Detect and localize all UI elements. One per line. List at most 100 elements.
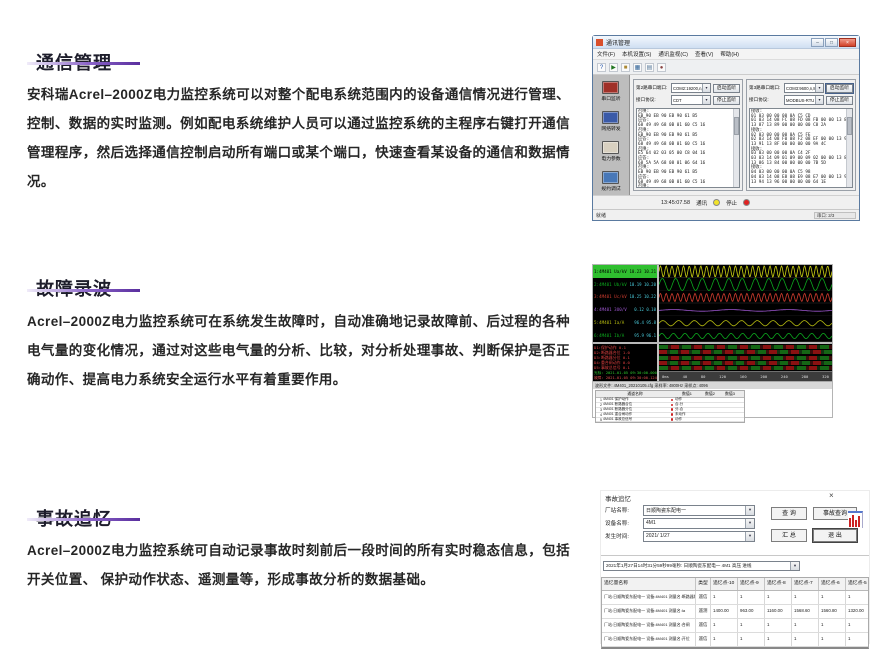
dialog-title: 事故追忆 <box>605 496 631 503</box>
wave-info-strip: 波形文件: 4M401_20210105.cfg 采样率: 4800Hz 采样点… <box>593 381 832 389</box>
axis-tick: 240 <box>780 374 788 379</box>
toolbar-icon[interactable]: ● <box>657 62 666 72</box>
toolbar-icon[interactable]: ? <box>597 62 606 72</box>
summary-button[interactable]: 汇 总 <box>771 529 807 542</box>
hex-log-box[interactable]: 接收: 01 03 00 00 00 0A C5 CD 01 03 14 08 … <box>749 108 853 188</box>
sidebar-item[interactable]: 网络转发 <box>601 111 621 132</box>
menu-item[interactable]: 本机设置(S) <box>622 50 651 58</box>
time-axis: 0ms 40 80 120 160 200 240 280 320 <box>659 371 832 381</box>
hex-log: 召唤: EB 90 EB 90 EB 90 61 B5 应答: 68 49 49… <box>638 109 706 187</box>
comm-status-strip: 13:45:07.58 通讯 停止 <box>593 195 859 209</box>
hex-log-box[interactable]: 召唤: EB 90 EB 90 EB 90 61 B5 应答: 68 49 49… <box>636 108 740 188</box>
analog-channel-row[interactable]: 1:4M401 Ua/kV 10.23 10.21 <box>593 265 657 278</box>
protocol-select[interactable]: MODBUS-RTU ▾ <box>784 95 824 105</box>
menu-item[interactable]: 通讯监视(C) <box>658 50 688 58</box>
status-dot <box>670 413 674 416</box>
date-field-row: 发生时间: 2021/ 1/27 ▾ <box>605 530 755 542</box>
analog-channel-row[interactable]: 5:4M401 Ia/A 96.4 95.8 <box>593 316 657 329</box>
analog-channel-row[interactable]: 6:4M401 Ib/A 95.9 96.1 <box>593 329 657 342</box>
close-icon[interactable]: × <box>829 492 834 500</box>
digital-wave-trace <box>659 345 832 349</box>
maximize-button[interactable]: □ <box>825 37 838 47</box>
sidebar-item[interactable]: 规约调试 <box>601 171 621 192</box>
exit-button[interactable]: 退 出 <box>813 529 857 542</box>
scrollbar-thumb[interactable] <box>847 117 852 135</box>
stop-listen-button[interactable]: 停止监听 <box>826 95 853 105</box>
status-port-box: 串口: 2/3 <box>814 211 856 219</box>
chevron-down-icon: ▾ <box>790 562 799 570</box>
recall-table-header: 追忆量名称 类型 追忆点-10 追忆点-9 追忆点-8 追忆点-7 追忆点-6 … <box>602 578 868 591</box>
chevron-down-icon: ▾ <box>745 505 754 515</box>
recall-table-row[interactable]: 厂站:日顺陶瓷东配电一 设备:4M401 测量名:断路器状态 遥信 1 1 1 … <box>602 591 868 605</box>
recall-table-row[interactable]: 厂站:日顺陶瓷东配电一 设备:4M401 测量名:Ia 遥测 1400.00 9… <box>602 605 868 619</box>
status-dot <box>670 403 674 407</box>
stop-listen-button[interactable]: 停止监听 <box>713 95 740 105</box>
analog-channel-row[interactable]: 4:4M401 3U0/V 0.12 0.10 <box>593 303 657 316</box>
recall-table-row[interactable]: 厂站:日顺陶瓷东配电一 设备:4M401 测量名:合闸 遥信 1 1 1 1 1… <box>602 619 868 633</box>
comm-stop-label: 停止 <box>726 200 738 207</box>
digital-wave-trace <box>659 355 832 360</box>
axis-tick: 40 <box>682 374 688 379</box>
start-listen-button[interactable]: 启动监听 <box>713 83 740 93</box>
toolbar: ? ▶ ■ ▦ ▤ ● <box>593 60 859 75</box>
menu-item[interactable]: 文件(F) <box>597 50 615 58</box>
toolbar-icon[interactable]: ▤ <box>645 62 654 72</box>
chevron-down-icon: ▾ <box>815 96 823 104</box>
sidebar-item[interactable]: 电力参数 <box>601 141 621 162</box>
port-panel: 第3路串口端口: COM3:9600,n,8,1▾ 启动监听 接口协议: MOD… <box>746 79 856 191</box>
date-select[interactable]: 2021/ 1/27 ▾ <box>643 530 755 542</box>
toolbar-icon[interactable]: ▦ <box>633 62 642 72</box>
menu-item[interactable]: 查看(V) <box>695 50 713 58</box>
protocol-select[interactable]: CDT ▾ <box>671 95 711 105</box>
port-select[interactable]: COM3:9600,n,8,1▾ <box>784 83 824 93</box>
analog-channel-row[interactable]: 3:4M401 Uc/kV 10.25 10.22 <box>593 291 657 304</box>
device-select[interactable]: 4M1 ▾ <box>643 517 755 529</box>
date-label: 发生时间: <box>605 534 629 540</box>
chevron-down-icon: ▾ <box>745 531 754 541</box>
port-select[interactable]: COM2:19200,n,8,1▾ <box>671 83 711 93</box>
close-button[interactable]: × <box>839 37 856 47</box>
divider <box>601 555 869 556</box>
recall-table: 追忆量名称 类型 追忆点-10 追忆点-9 追忆点-8 追忆点-7 追忆点-6 … <box>601 577 869 649</box>
axis-tick: 160 <box>739 374 747 379</box>
comm-title-bar[interactable]: 通讯管理 – □ × <box>593 36 859 49</box>
station-select[interactable]: 日顺陶瓷东配电一 ▾ <box>643 504 755 516</box>
query-button[interactable]: 查 询 <box>771 507 807 520</box>
device-field-row: 设备名称: 4M1 ▾ <box>605 517 755 529</box>
station-label: 厂站名称: <box>605 508 629 514</box>
toolbar-icon[interactable]: ▶ <box>609 62 618 72</box>
start-listen-button[interactable]: 启动监听 <box>826 83 853 93</box>
menu-item[interactable]: 帮助(H) <box>720 50 739 58</box>
status-dot <box>670 408 674 411</box>
digital-wave-trace <box>659 366 832 370</box>
scrollbar-thumb[interactable] <box>734 117 739 135</box>
station-field-row: 厂站名称: 日顺陶瓷东配电一 ▾ <box>605 504 755 516</box>
event-table-row[interactable]: 5 4M401 事故总信号 动作 <box>596 417 744 423</box>
toolbar-icon[interactable]: ■ <box>621 62 630 72</box>
status-dot <box>670 398 674 402</box>
record-select[interactable]: 2021年1月27日14时31分59秒99毫秒: 日顺陶瓷东配电一 4M1 高压… <box>603 561 800 571</box>
histogram-icon[interactable] <box>848 511 863 528</box>
analog-wave-area[interactable] <box>659 265 832 342</box>
protocol-label: 接口协议: <box>749 97 769 102</box>
comm-ok-led <box>713 199 721 206</box>
digital-channel-label[interactable]: D5:事故总信号 0-1 <box>594 365 656 370</box>
analog-channel-row[interactable]: 2:4M401 Ub/kV 10.19 10.20 <box>593 278 657 291</box>
waveform-viewer-window: 1:4M401 Ua/kV 10.23 10.21 2:4M401 Ub/kV … <box>592 264 833 424</box>
comm-manager-window: 通讯管理 – □ × 文件(F) 本机设置(S) 通讯监视(C) 查看(V) 帮助(H)… <box>592 35 860 221</box>
recall-table-row[interactable]: 厂站:日顺陶瓷东配电一 设备:4M401 测量名:开位 遥信 1 1 1 1 1… <box>602 633 868 647</box>
port-label: 第2路串口端口: <box>636 85 668 90</box>
digital-wave-area <box>659 344 832 371</box>
sidebar: 串口监听 网络转发 电力参数 规约调试 <box>593 75 630 195</box>
axis-tick: 320 <box>822 374 829 379</box>
scrollbar[interactable] <box>733 109 739 187</box>
device-icon <box>602 171 620 184</box>
page: 通信管理 安科瑞Acrel–2000Z电力监控系统可以对整个配电系统范围内的设备… <box>0 0 873 666</box>
status-dot <box>670 418 674 421</box>
sidebar-item-label: 电力参数 <box>601 157 621 162</box>
minimize-button[interactable]: – <box>811 37 824 47</box>
fault-time: 故障: 2021-01-05 09:30:00.124 <box>594 375 657 380</box>
sidebar-item[interactable]: 串口监听 <box>601 81 621 102</box>
scrollbar[interactable] <box>846 109 852 187</box>
sidebar-item-label: 串口监听 <box>601 97 621 102</box>
